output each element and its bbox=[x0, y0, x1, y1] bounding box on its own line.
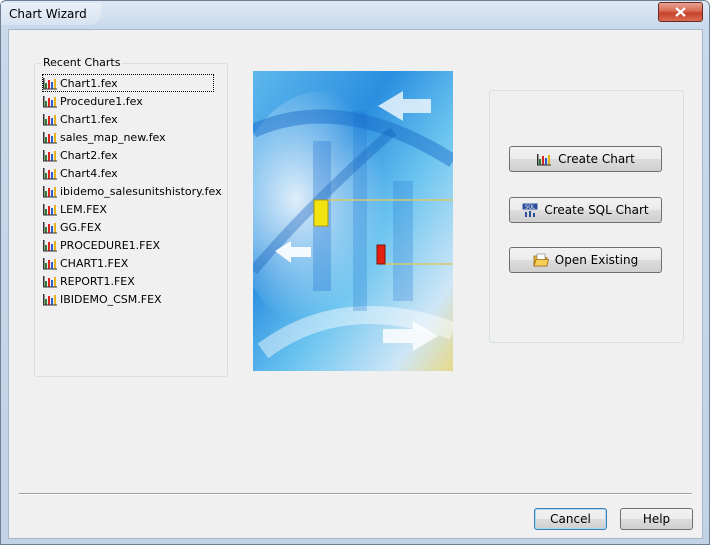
footer-divider bbox=[19, 493, 692, 495]
open-existing-label: Open Existing bbox=[554, 253, 639, 267]
close-icon bbox=[675, 7, 686, 17]
open-folder-icon bbox=[533, 253, 549, 267]
window-title: Chart Wizard bbox=[1, 3, 101, 25]
create-chart-label: Create Chart bbox=[558, 152, 635, 166]
recent-chart-item[interactable]: IBIDEMO_CSM.FEX bbox=[42, 290, 214, 308]
bar-chart-icon bbox=[42, 274, 58, 288]
recent-chart-item[interactable]: PROCEDURE1.FEX bbox=[42, 236, 214, 254]
recent-chart-item[interactable]: Chart1.fex bbox=[42, 110, 214, 128]
bar-chart-icon bbox=[42, 220, 58, 234]
recent-chart-label: Chart2.fex bbox=[60, 148, 118, 162]
title-bar: Chart Wizard bbox=[1, 1, 709, 29]
recent-chart-item[interactable]: LEM.FEX bbox=[42, 200, 214, 218]
recent-chart-item[interactable]: Chart1.fex bbox=[42, 74, 214, 92]
recent-chart-label: REPORT1.FEX bbox=[60, 274, 135, 288]
bar-chart-icon bbox=[42, 202, 58, 216]
recent-chart-item[interactable]: sales_map_new.fex bbox=[42, 128, 214, 146]
recent-chart-item[interactable]: GG.FEX bbox=[42, 218, 214, 236]
bar-chart-icon bbox=[42, 148, 58, 162]
recent-chart-label: Chart1.fex bbox=[60, 112, 118, 126]
recent-chart-item[interactable]: Chart4.fex bbox=[42, 164, 214, 182]
bar-chart-icon bbox=[42, 112, 58, 126]
bar-chart-icon bbox=[42, 292, 58, 306]
dialog-client-area: Recent Charts Chart1.fex Procedure1.fex Ch… bbox=[8, 29, 703, 539]
help-button[interactable]: Help bbox=[620, 508, 693, 530]
bar-chart-icon bbox=[42, 238, 58, 252]
recent-chart-label: Chart1.fex bbox=[60, 76, 118, 90]
recent-chart-label: ibidemo_salesunitshistory.fex bbox=[60, 184, 222, 198]
recent-chart-label: CHART1.FEX bbox=[60, 256, 129, 270]
actions-panel: Create Chart SQL Create SQL Chart Open E… bbox=[489, 90, 684, 343]
recent-chart-item[interactable]: Chart2.fex bbox=[42, 146, 214, 164]
recent-chart-label: Chart4.fex bbox=[60, 166, 118, 180]
sql-chart-icon: SQL bbox=[522, 203, 538, 217]
wizard-banner-image bbox=[253, 71, 453, 371]
create-chart-button[interactable]: Create Chart bbox=[509, 146, 662, 172]
recent-chart-label: GG.FEX bbox=[60, 220, 102, 234]
cancel-button[interactable]: Cancel bbox=[534, 508, 607, 530]
recent-chart-label: LEM.FEX bbox=[60, 202, 107, 216]
recent-chart-label: PROCEDURE1.FEX bbox=[60, 238, 160, 252]
recent-chart-item[interactable]: Procedure1.fex bbox=[42, 92, 214, 110]
close-button[interactable] bbox=[658, 2, 703, 22]
bar-chart-icon bbox=[536, 152, 552, 166]
recent-charts-list[interactable]: Chart1.fex Procedure1.fex Chart1.fex sales_… bbox=[42, 74, 222, 308]
create-sql-chart-label: Create SQL Chart bbox=[544, 203, 649, 217]
recent-chart-label: IBIDEMO_CSM.FEX bbox=[60, 292, 162, 306]
bar-chart-icon bbox=[42, 94, 58, 108]
recent-chart-label: sales_map_new.fex bbox=[60, 130, 166, 144]
recent-chart-item[interactable]: CHART1.FEX bbox=[42, 254, 214, 272]
bar-chart-icon bbox=[42, 256, 58, 270]
recent-chart-label: Procedure1.fex bbox=[60, 94, 143, 108]
recent-chart-item[interactable]: ibidemo_salesunitshistory.fex bbox=[42, 182, 222, 200]
chart-wizard-window: Chart Wizard Recent Charts Chart1.fex Pro… bbox=[0, 0, 710, 545]
create-sql-chart-button[interactable]: SQL Create SQL Chart bbox=[509, 197, 662, 223]
open-existing-button[interactable]: Open Existing bbox=[509, 247, 662, 273]
bar-chart-icon bbox=[42, 130, 58, 144]
recent-charts-legend: Recent Charts bbox=[41, 56, 123, 70]
bar-chart-icon bbox=[42, 166, 58, 180]
recent-chart-item[interactable]: REPORT1.FEX bbox=[42, 272, 214, 290]
recent-charts-group: Recent Charts Chart1.fex Procedure1.fex Ch… bbox=[34, 56, 228, 377]
svg-text:SQL: SQL bbox=[525, 205, 535, 211]
bar-chart-icon bbox=[42, 184, 58, 198]
bar-chart-icon bbox=[42, 76, 58, 90]
